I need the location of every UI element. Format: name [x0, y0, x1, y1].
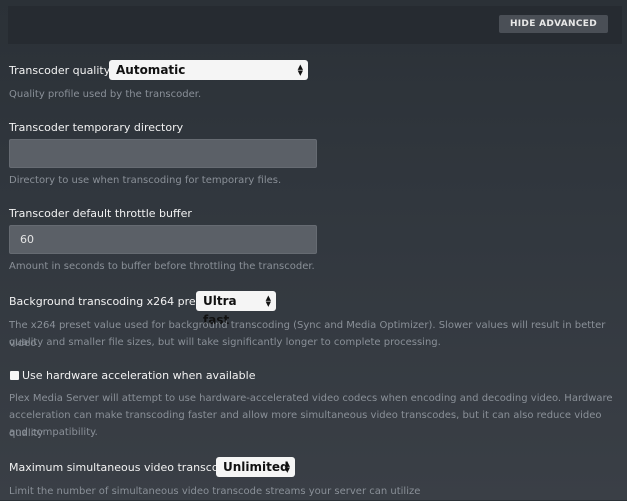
max-transcode-select[interactable]: Unlimited ▲ ▼ — [216, 457, 295, 477]
hw-accel-help-line1: Plex Media Server will attempt to use ha… — [9, 393, 613, 404]
x264-preset-help-line2: quality and smaller file sizes, but will… — [9, 337, 441, 348]
throttle-buffer-label: Transcoder default throttle buffer — [9, 207, 192, 220]
transcoder-quality-help: Quality profile used by the transcoder. — [9, 89, 202, 100]
max-transcode-value: Unlimited — [223, 460, 289, 474]
temp-directory-input[interactable] — [9, 139, 317, 168]
select-arrows-icon: ▲ ▼ — [284, 460, 290, 474]
transcoder-quality-label: Transcoder quality — [9, 64, 111, 77]
max-transcode-label: Maximum simultaneous video transcode — [9, 461, 233, 474]
x264-preset-select[interactable]: Ultra fast ▲ ▼ — [196, 291, 276, 327]
hw-accel-help-line2: acceleration can make transcoding faster… — [9, 410, 602, 439]
throttle-buffer-input[interactable]: 60 — [9, 225, 317, 254]
transcoder-quality-value: Automatic — [116, 63, 186, 77]
x264-preset-label: Background transcoding x264 preset — [9, 295, 213, 308]
select-arrows-icon: ▲ ▼ — [265, 294, 271, 308]
top-bar: HIDE ADVANCED — [8, 6, 622, 44]
select-arrows-icon: ▲ ▼ — [297, 63, 303, 77]
hide-advanced-button[interactable]: HIDE ADVANCED — [498, 15, 608, 33]
hw-accel-checkbox[interactable] — [10, 371, 19, 380]
max-transcode-help: Limit the number of simultaneous video t… — [9, 486, 421, 497]
throttle-buffer-help: Amount in seconds to buffer before throt… — [9, 261, 315, 272]
hw-accel-label: Use hardware acceleration when available — [22, 369, 256, 382]
temp-directory-help: Directory to use when transcoding for te… — [9, 175, 282, 186]
transcoder-quality-select[interactable]: Automatic ▲ ▼ — [109, 60, 308, 80]
hw-accel-help-line3: and compatibility. — [9, 427, 98, 438]
temp-directory-label: Transcoder temporary directory — [9, 121, 184, 134]
